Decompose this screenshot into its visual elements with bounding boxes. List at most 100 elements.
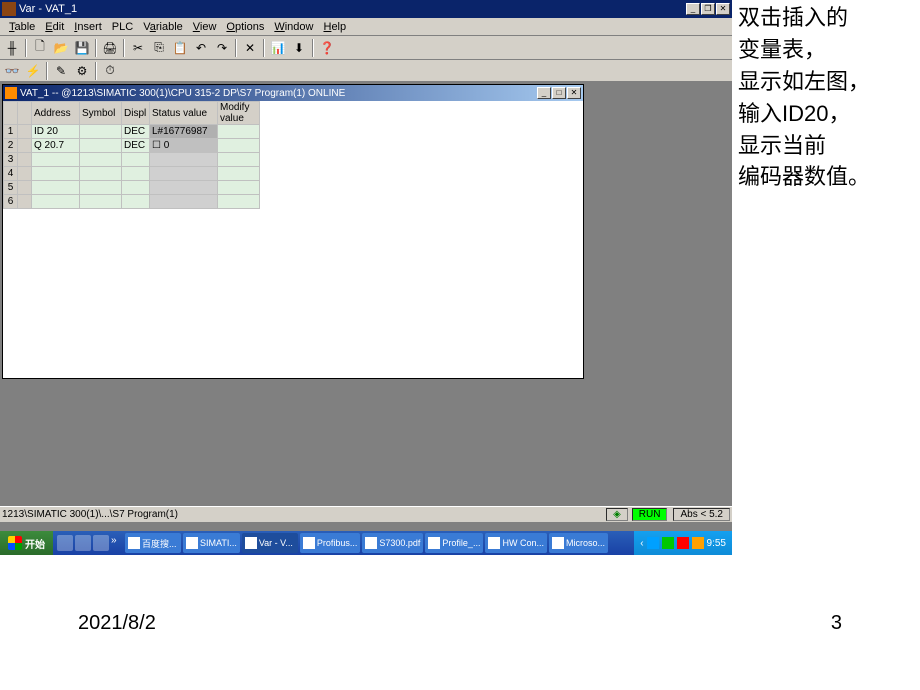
menu-edit[interactable]: Edit bbox=[40, 21, 69, 33]
menu-help[interactable]: Help bbox=[318, 21, 351, 33]
modify-icon[interactable]: ✎ bbox=[51, 61, 71, 81]
cell-address[interactable] bbox=[32, 167, 80, 181]
table-row[interactable]: 6 bbox=[4, 195, 260, 209]
tray-icon-1[interactable] bbox=[647, 537, 659, 549]
cell-display[interactable]: DEC bbox=[122, 139, 150, 153]
menu-view[interactable]: View bbox=[188, 21, 222, 33]
force-icon[interactable]: ⚙ bbox=[72, 61, 92, 81]
download-icon[interactable]: ⬇ bbox=[289, 38, 309, 58]
cut-icon[interactable]: ✂ bbox=[128, 38, 148, 58]
title-bar[interactable]: Var - VAT_1 _ ❐ ✕ bbox=[0, 0, 732, 18]
taskbar-task[interactable]: Var - V... bbox=[242, 533, 298, 553]
cell-symbol[interactable] bbox=[80, 153, 122, 167]
save-icon[interactable]: 💾 bbox=[72, 38, 92, 58]
taskbar-task[interactable]: S7300.pdf bbox=[362, 533, 423, 553]
row-number[interactable]: 3 bbox=[4, 153, 18, 167]
tray-clock[interactable]: 9:55 bbox=[707, 538, 726, 549]
menu-insert[interactable]: Insert bbox=[69, 21, 107, 33]
cell-modify[interactable] bbox=[218, 181, 260, 195]
tray-icon-k[interactable] bbox=[677, 537, 689, 549]
cell-status[interactable]: ☐ 0 bbox=[150, 139, 218, 153]
undo-icon[interactable]: ↶ bbox=[191, 38, 211, 58]
table-row[interactable]: 1 ID 20 DECL#16776987 bbox=[4, 125, 260, 139]
ql-ie-icon[interactable] bbox=[75, 535, 91, 551]
menu-plc[interactable]: PLC bbox=[107, 21, 138, 33]
minimize-button[interactable]: _ bbox=[686, 3, 700, 15]
cell-symbol[interactable] bbox=[80, 181, 122, 195]
row-marker[interactable] bbox=[18, 125, 32, 139]
vat-window[interactable]: VAT_1 -- @1213\SIMATIC 300(1)\CPU 315-2 … bbox=[2, 84, 584, 379]
separator-icon[interactable]: ╫ bbox=[2, 38, 22, 58]
row-marker[interactable] bbox=[18, 195, 32, 209]
cell-address[interactable]: Q 20.7 bbox=[32, 139, 80, 153]
row-number[interactable]: 6 bbox=[4, 195, 18, 209]
cell-status[interactable] bbox=[150, 195, 218, 209]
cell-status[interactable]: L#16776987 bbox=[150, 125, 218, 139]
cell-modify[interactable] bbox=[218, 125, 260, 139]
menu-table[interactable]: TTableable bbox=[4, 21, 40, 33]
row-number[interactable]: 1 bbox=[4, 125, 18, 139]
table-row[interactable]: 5 bbox=[4, 181, 260, 195]
cell-address[interactable] bbox=[32, 181, 80, 195]
tray-expand-icon[interactable]: ‹ bbox=[640, 538, 643, 549]
cell-symbol[interactable] bbox=[80, 167, 122, 181]
taskbar-task[interactable]: Microso... bbox=[549, 533, 608, 553]
cell-modify[interactable] bbox=[218, 167, 260, 181]
col-symbol[interactable]: Symbol bbox=[80, 102, 122, 125]
taskbar-task[interactable]: Profibus... bbox=[300, 533, 361, 553]
col-marker[interactable] bbox=[4, 102, 18, 125]
start-button[interactable]: 开始 bbox=[0, 531, 53, 555]
restore-button[interactable]: ❐ bbox=[701, 3, 715, 15]
system-tray[interactable]: ‹ 9:55 bbox=[634, 531, 732, 555]
help-icon[interactable]: ❓ bbox=[317, 38, 337, 58]
table-row[interactable]: 3 bbox=[4, 153, 260, 167]
close-button[interactable]: ✕ bbox=[716, 3, 730, 15]
taskbar-task[interactable]: 百度搜... bbox=[125, 533, 181, 553]
redo-icon[interactable]: ↷ bbox=[212, 38, 232, 58]
monitor-var-icon[interactable]: ⚡ bbox=[23, 61, 43, 81]
variable-table[interactable]: Address Symbol Displ Status value Modify… bbox=[3, 101, 260, 209]
taskbar-task[interactable]: Profile_... bbox=[425, 533, 483, 553]
cell-status[interactable] bbox=[150, 181, 218, 195]
cell-display[interactable] bbox=[122, 153, 150, 167]
monitor-icon[interactable]: 📊 bbox=[268, 38, 288, 58]
cell-symbol[interactable] bbox=[80, 125, 122, 139]
cell-display[interactable]: DEC bbox=[122, 125, 150, 139]
row-number[interactable]: 2 bbox=[4, 139, 18, 153]
cell-address[interactable] bbox=[32, 195, 80, 209]
row-marker[interactable] bbox=[18, 139, 32, 153]
tray-icon-4[interactable] bbox=[692, 537, 704, 549]
row-number[interactable]: 4 bbox=[4, 167, 18, 181]
cell-symbol[interactable] bbox=[80, 195, 122, 209]
copy-icon[interactable]: ⎘ bbox=[149, 38, 169, 58]
taskbar-task[interactable]: SIMATI... bbox=[183, 533, 240, 553]
col-modify[interactable]: Modify value bbox=[218, 102, 260, 125]
cell-status[interactable] bbox=[150, 167, 218, 181]
cell-modify[interactable] bbox=[218, 153, 260, 167]
table-row[interactable]: 4 bbox=[4, 167, 260, 181]
col-display[interactable]: Displ bbox=[122, 102, 150, 125]
row-marker[interactable] bbox=[18, 181, 32, 195]
vat-minimize-button[interactable]: _ bbox=[537, 87, 551, 99]
cell-address[interactable]: ID 20 bbox=[32, 125, 80, 139]
menu-window[interactable]: Window bbox=[269, 21, 318, 33]
row-marker[interactable] bbox=[18, 153, 32, 167]
row-number[interactable]: 5 bbox=[4, 181, 18, 195]
col-address[interactable]: Address bbox=[32, 102, 80, 125]
cell-display[interactable] bbox=[122, 181, 150, 195]
row-marker[interactable] bbox=[18, 167, 32, 181]
trigger-icon[interactable]: ⏱ bbox=[100, 61, 120, 81]
tray-icon-2[interactable] bbox=[662, 537, 674, 549]
paste-icon[interactable]: 📋 bbox=[170, 38, 190, 58]
col-status[interactable]: Status value bbox=[150, 102, 218, 125]
open-icon[interactable]: 📂 bbox=[51, 38, 71, 58]
ql-desktop-icon[interactable] bbox=[57, 535, 73, 551]
cell-address[interactable] bbox=[32, 153, 80, 167]
cell-status[interactable] bbox=[150, 153, 218, 167]
table-row[interactable]: 2 Q 20.7 DEC☐ 0 bbox=[4, 139, 260, 153]
new-icon[interactable]: 🗋 bbox=[30, 38, 50, 58]
menu-options[interactable]: Options bbox=[221, 21, 269, 33]
cell-display[interactable] bbox=[122, 167, 150, 181]
glasses-icon[interactable]: 👓 bbox=[2, 61, 22, 81]
cell-symbol[interactable] bbox=[80, 139, 122, 153]
